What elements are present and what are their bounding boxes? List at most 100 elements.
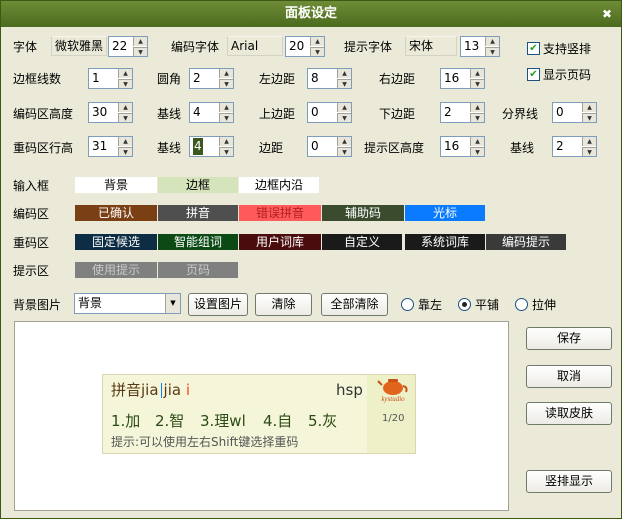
up-arrow-icon[interactable]: ▲ bbox=[470, 137, 484, 146]
code-font-label: 编码字体 bbox=[171, 40, 220, 54]
top-margin-label: 上边距 bbox=[259, 107, 296, 121]
font-size-stepper[interactable]: 22 ▲ ▼ bbox=[108, 36, 148, 57]
baseline-stepper[interactable]: 4 ▲ ▼ bbox=[189, 102, 234, 123]
background-select[interactable]: 背景 ▼ bbox=[74, 293, 181, 314]
vertical-checkbox[interactable]: ✔ bbox=[527, 42, 540, 55]
vertical-display-button[interactable]: 竖排显示 bbox=[526, 470, 612, 493]
down-arrow-icon[interactable]: ▼ bbox=[485, 47, 499, 56]
down-arrow-icon[interactable]: ▼ bbox=[219, 113, 233, 122]
tip-font-size-stepper[interactable]: 13 ▲ ▼ bbox=[460, 36, 500, 57]
corner-stepper[interactable]: 2 ▲ ▼ bbox=[189, 68, 234, 89]
up-arrow-icon[interactable]: ▲ bbox=[337, 137, 351, 146]
code-font-name-field[interactable]: Arial bbox=[227, 36, 283, 56]
chevron-down-icon[interactable]: ▼ bbox=[165, 294, 180, 313]
down-arrow-icon[interactable]: ▼ bbox=[118, 147, 132, 156]
cancel-button[interactable]: 取消 bbox=[526, 365, 612, 388]
code-cursor-swatch[interactable]: 光标 bbox=[405, 205, 485, 221]
down-arrow-icon[interactable]: ▼ bbox=[337, 113, 351, 122]
cand-smart-swatch[interactable]: 智能组词 bbox=[158, 234, 238, 250]
tip-usage-swatch[interactable]: 使用提示 bbox=[75, 262, 157, 278]
up-arrow-icon[interactable]: ▲ bbox=[337, 103, 351, 112]
code-confirmed-swatch[interactable]: 已确认 bbox=[75, 205, 157, 221]
down-arrow-icon[interactable]: ▼ bbox=[219, 79, 233, 88]
up-arrow-icon[interactable]: ▲ bbox=[219, 103, 233, 112]
tile-label: 平铺 bbox=[475, 298, 500, 312]
down-arrow-icon[interactable]: ▼ bbox=[118, 79, 132, 88]
stretch-label: 拉伸 bbox=[532, 298, 557, 312]
up-arrow-icon[interactable]: ▲ bbox=[219, 137, 233, 146]
down-arrow-icon[interactable]: ▼ bbox=[133, 47, 147, 56]
up-arrow-icon[interactable]: ▲ bbox=[470, 69, 484, 78]
up-arrow-icon[interactable]: ▲ bbox=[133, 37, 147, 46]
right-margin-stepper[interactable]: 16 ▲ ▼ bbox=[440, 68, 485, 89]
candidate-baseline-stepper[interactable]: 4 ▲ ▼ bbox=[189, 136, 234, 157]
cand-system-dict-swatch[interactable]: 系统词库 bbox=[405, 234, 485, 250]
tile-radio[interactable] bbox=[458, 298, 471, 311]
cand-code-hint-swatch[interactable]: 编码提示 bbox=[486, 234, 566, 250]
up-arrow-icon[interactable]: ▲ bbox=[485, 37, 499, 46]
up-arrow-icon[interactable]: ▲ bbox=[582, 137, 596, 146]
set-image-button[interactable]: 设置图片 bbox=[188, 293, 248, 316]
down-arrow-icon[interactable]: ▼ bbox=[470, 79, 484, 88]
candidate-margin-stepper[interactable]: 0 ▲ ▼ bbox=[307, 136, 352, 157]
align-left-label: 靠左 bbox=[418, 298, 443, 312]
tip-baseline-stepper[interactable]: 2 ▲ ▼ bbox=[552, 136, 597, 157]
align-left-radio[interactable] bbox=[401, 298, 414, 311]
cand-custom-swatch[interactable]: 自定义 bbox=[322, 234, 402, 250]
divider-label: 分界线 bbox=[502, 107, 539, 121]
candidate-area-label: 重码区 bbox=[13, 236, 50, 250]
down-arrow-icon[interactable]: ▼ bbox=[219, 147, 233, 156]
tip-baseline-label: 基线 bbox=[510, 141, 535, 155]
code-font-size-stepper[interactable]: 20 ▲ ▼ bbox=[285, 36, 325, 57]
tip-font-name-field[interactable]: 宋体 bbox=[405, 36, 457, 56]
tip-height-stepper[interactable]: 16 ▲ ▼ bbox=[440, 136, 485, 157]
code-aux-swatch[interactable]: 辅助码 bbox=[322, 205, 404, 221]
save-button[interactable]: 保存 bbox=[526, 327, 612, 350]
up-arrow-icon[interactable]: ▲ bbox=[470, 103, 484, 112]
baseline-label: 基线 bbox=[157, 107, 182, 121]
up-arrow-icon[interactable]: ▲ bbox=[219, 69, 233, 78]
up-arrow-icon[interactable]: ▲ bbox=[582, 103, 596, 112]
clear-button[interactable]: 清除 bbox=[255, 293, 312, 316]
down-arrow-icon[interactable]: ▼ bbox=[470, 147, 484, 156]
cand-fixed-swatch[interactable]: 固定候选 bbox=[75, 234, 157, 250]
border-lines-stepper[interactable]: 1 ▲ ▼ bbox=[88, 68, 133, 89]
down-arrow-icon[interactable]: ▼ bbox=[470, 113, 484, 122]
page-number-checkbox[interactable]: ✔ bbox=[527, 68, 540, 81]
up-arrow-icon[interactable]: ▲ bbox=[310, 37, 324, 46]
down-arrow-icon[interactable]: ▼ bbox=[310, 47, 324, 56]
down-arrow-icon[interactable]: ▼ bbox=[337, 79, 351, 88]
down-arrow-icon[interactable]: ▼ bbox=[118, 113, 132, 122]
down-arrow-icon[interactable]: ▼ bbox=[337, 147, 351, 156]
tip-page-swatch[interactable]: 页码 bbox=[158, 262, 238, 278]
divider-stepper[interactable]: 0 ▲ ▼ bbox=[552, 102, 597, 123]
down-arrow-icon[interactable]: ▼ bbox=[582, 147, 596, 156]
stretch-radio[interactable] bbox=[515, 298, 528, 311]
down-arrow-icon[interactable]: ▼ bbox=[582, 113, 596, 122]
cand-user-dict-swatch[interactable]: 用户词库 bbox=[239, 234, 321, 250]
left-margin-stepper[interactable]: 8 ▲ ▼ bbox=[307, 68, 352, 89]
vertical-label: 支持竖排 bbox=[543, 42, 592, 56]
code-error-pinyin-swatch[interactable]: 错误拼音 bbox=[239, 205, 321, 221]
load-skin-button[interactable]: 读取皮肤 bbox=[526, 402, 612, 425]
input-background-swatch[interactable]: 背景 bbox=[75, 177, 157, 193]
input-inner-border-swatch[interactable]: 边框内沿 bbox=[239, 177, 319, 193]
up-arrow-icon[interactable]: ▲ bbox=[118, 103, 132, 112]
engine-label: hsp bbox=[336, 381, 363, 399]
title-bar[interactable]: 面板设定 ✖ bbox=[1, 1, 621, 27]
up-arrow-icon[interactable]: ▲ bbox=[118, 137, 132, 146]
preview-area: 拼音jia jia i hsp kystudio 1.加 2.智 3.理wl 4.… bbox=[14, 321, 509, 511]
candidate-window-preview: 拼音jia jia i hsp kystudio 1.加 2.智 3.理wl 4.… bbox=[102, 374, 416, 454]
up-arrow-icon[interactable]: ▲ bbox=[118, 69, 132, 78]
bottom-margin-stepper[interactable]: 2 ▲ ▼ bbox=[440, 102, 485, 123]
input-border-swatch[interactable]: 边框 bbox=[158, 177, 238, 193]
clear-all-button[interactable]: 全部清除 bbox=[321, 293, 388, 316]
candidate-2: 2.智 bbox=[155, 412, 185, 430]
code-height-stepper[interactable]: 30 ▲ ▼ bbox=[88, 102, 133, 123]
close-icon[interactable]: ✖ bbox=[599, 6, 615, 22]
up-arrow-icon[interactable]: ▲ bbox=[337, 69, 351, 78]
top-margin-stepper[interactable]: 0 ▲ ▼ bbox=[307, 102, 352, 123]
font-name-field[interactable]: 微软雅黑 bbox=[51, 36, 107, 56]
code-pinyin-swatch[interactable]: 拼音 bbox=[158, 205, 238, 221]
candidate-row-height-stepper[interactable]: 31 ▲ ▼ bbox=[88, 136, 133, 157]
